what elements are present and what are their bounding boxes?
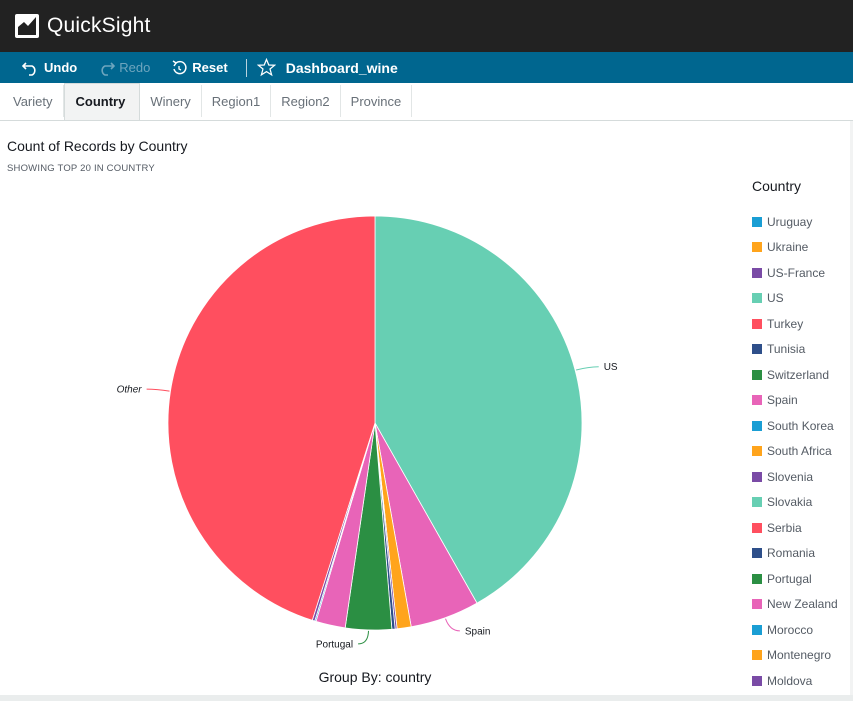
- legend-item[interactable]: US-France: [752, 260, 853, 286]
- legend-item-label: Portugal: [767, 571, 812, 586]
- legend-swatch: [752, 242, 762, 253]
- legend-item[interactable]: Romania: [752, 541, 853, 567]
- legend-item[interactable]: Montenegro: [752, 643, 853, 669]
- legend-item-label: Moldova: [767, 673, 813, 686]
- legend-item-label: Slovenia: [767, 469, 814, 484]
- app-name[interactable]: QuickSight: [47, 14, 151, 38]
- legend-item-label: Romania: [767, 546, 816, 561]
- legend-item[interactable]: Slovenia: [752, 464, 853, 490]
- favorite-star-icon[interactable]: [256, 58, 276, 77]
- pie-leader-line: [358, 630, 369, 645]
- legend-item[interactable]: US: [752, 286, 853, 312]
- legend-swatch: [752, 497, 762, 508]
- legend-item-label: Morocco: [767, 622, 814, 637]
- sheet-canvas: Count of Records by Country SHOWING TOP …: [0, 121, 853, 695]
- legend-item[interactable]: South Korea: [752, 413, 853, 439]
- sheet-tabs: Variety Country Winery Region1 Region2 P…: [0, 83, 853, 121]
- group-by-label: Group By: country: [318, 669, 432, 685]
- legend-swatch: [752, 650, 762, 661]
- legend-item[interactable]: Portugal: [752, 566, 853, 592]
- legend-swatch: [752, 267, 762, 278]
- undo-label: Undo: [44, 60, 78, 75]
- pie-chart[interactable]: US Spain Portugal Other: [0, 121, 750, 681]
- legend-item[interactable]: Slovakia: [752, 490, 853, 516]
- legend-title: Country: [752, 178, 802, 194]
- legend-item-label: South Korea: [767, 418, 834, 433]
- tab-variety[interactable]: Variety: [3, 85, 64, 117]
- legend-swatch: [752, 675, 762, 686]
- tab-winery[interactable]: Winery: [140, 85, 202, 117]
- pie-leader-line: [445, 618, 460, 632]
- toolbar-divider: [245, 58, 247, 77]
- legend-item-label: Spain: [767, 393, 798, 408]
- legend-swatch: [752, 548, 762, 559]
- pie-data-label: US: [604, 362, 618, 373]
- legend-item[interactable]: Serbia: [752, 515, 853, 541]
- redo-icon: [101, 61, 116, 76]
- legend-item[interactable]: Turkey: [752, 311, 853, 337]
- pie-data-label: Portugal: [316, 639, 353, 650]
- legend-item-label: Uruguay: [767, 214, 813, 229]
- legend-item-label: South Africa: [767, 444, 832, 459]
- legend-swatch: [752, 420, 762, 431]
- bottom-strip: [0, 695, 853, 701]
- legend-swatch: [752, 293, 762, 304]
- legend-item-label: New Zealand: [767, 597, 838, 612]
- tab-region2[interactable]: Region2: [271, 85, 341, 117]
- legend-item-label: Switzerland: [767, 367, 830, 382]
- pie-data-label: Spain: [465, 626, 491, 637]
- redo-label: Redo: [119, 60, 151, 75]
- legend-swatch: [752, 318, 762, 329]
- legend-swatch: [752, 522, 762, 533]
- dashboard-title: Dashboard_wine: [285, 59, 398, 76]
- tab-country[interactable]: Country: [63, 83, 141, 120]
- legend: Country Uruguay Ukraine US-France US Turkey T…: [752, 178, 853, 686]
- legend-swatch: [752, 446, 762, 457]
- legend-item-label: Ukraine: [767, 240, 809, 255]
- legend-item[interactable]: Tunisia: [752, 337, 853, 363]
- legend-item-label: Serbia: [767, 520, 802, 535]
- legend-swatch: [752, 216, 762, 227]
- legend-swatch: [752, 395, 762, 406]
- undo-icon: [22, 61, 36, 76]
- legend-item-label: Slovakia: [767, 495, 813, 510]
- legend-swatch: [752, 599, 762, 610]
- reset-button[interactable]: Reset: [170, 59, 228, 76]
- legend-item-label: US: [767, 291, 784, 306]
- quicksight-logo-icon[interactable]: [15, 14, 39, 38]
- app-header: QuickSight: [0, 0, 853, 52]
- legend-swatch: [752, 344, 762, 355]
- legend-swatch: [752, 573, 762, 584]
- legend-item-label: US-France: [767, 265, 826, 280]
- legend-item[interactable]: Switzerland: [752, 362, 853, 388]
- legend-swatch: [752, 624, 762, 635]
- reset-icon: [172, 59, 187, 74]
- legend-swatch: [752, 471, 762, 482]
- tab-region1[interactable]: Region1: [202, 85, 272, 117]
- pie-leader-line: [575, 366, 599, 371]
- tab-province[interactable]: Province: [341, 85, 413, 117]
- legend-item[interactable]: Ukraine: [752, 235, 853, 261]
- undo-button[interactable]: Undo: [22, 60, 77, 76]
- reset-label: Reset: [192, 60, 228, 75]
- legend-item[interactable]: Moldova: [752, 668, 853, 686]
- legend-item-label: Turkey: [767, 316, 804, 331]
- legend-item[interactable]: Uruguay: [752, 209, 853, 235]
- pie-leader-line: [146, 388, 170, 392]
- legend-item-label: Tunisia: [767, 342, 806, 357]
- legend-item[interactable]: New Zealand: [752, 592, 853, 618]
- toolbar: Undo Redo Reset Dashboard_wine: [0, 52, 853, 83]
- legend-item[interactable]: Morocco: [752, 617, 853, 643]
- pie-data-label: Other: [117, 385, 143, 396]
- legend-item[interactable]: Spain: [752, 388, 853, 414]
- legend-item[interactable]: South Africa: [752, 439, 853, 465]
- redo-button[interactable]: Redo: [97, 60, 150, 76]
- legend-item-label: Montenegro: [767, 648, 832, 663]
- legend-swatch: [752, 369, 762, 380]
